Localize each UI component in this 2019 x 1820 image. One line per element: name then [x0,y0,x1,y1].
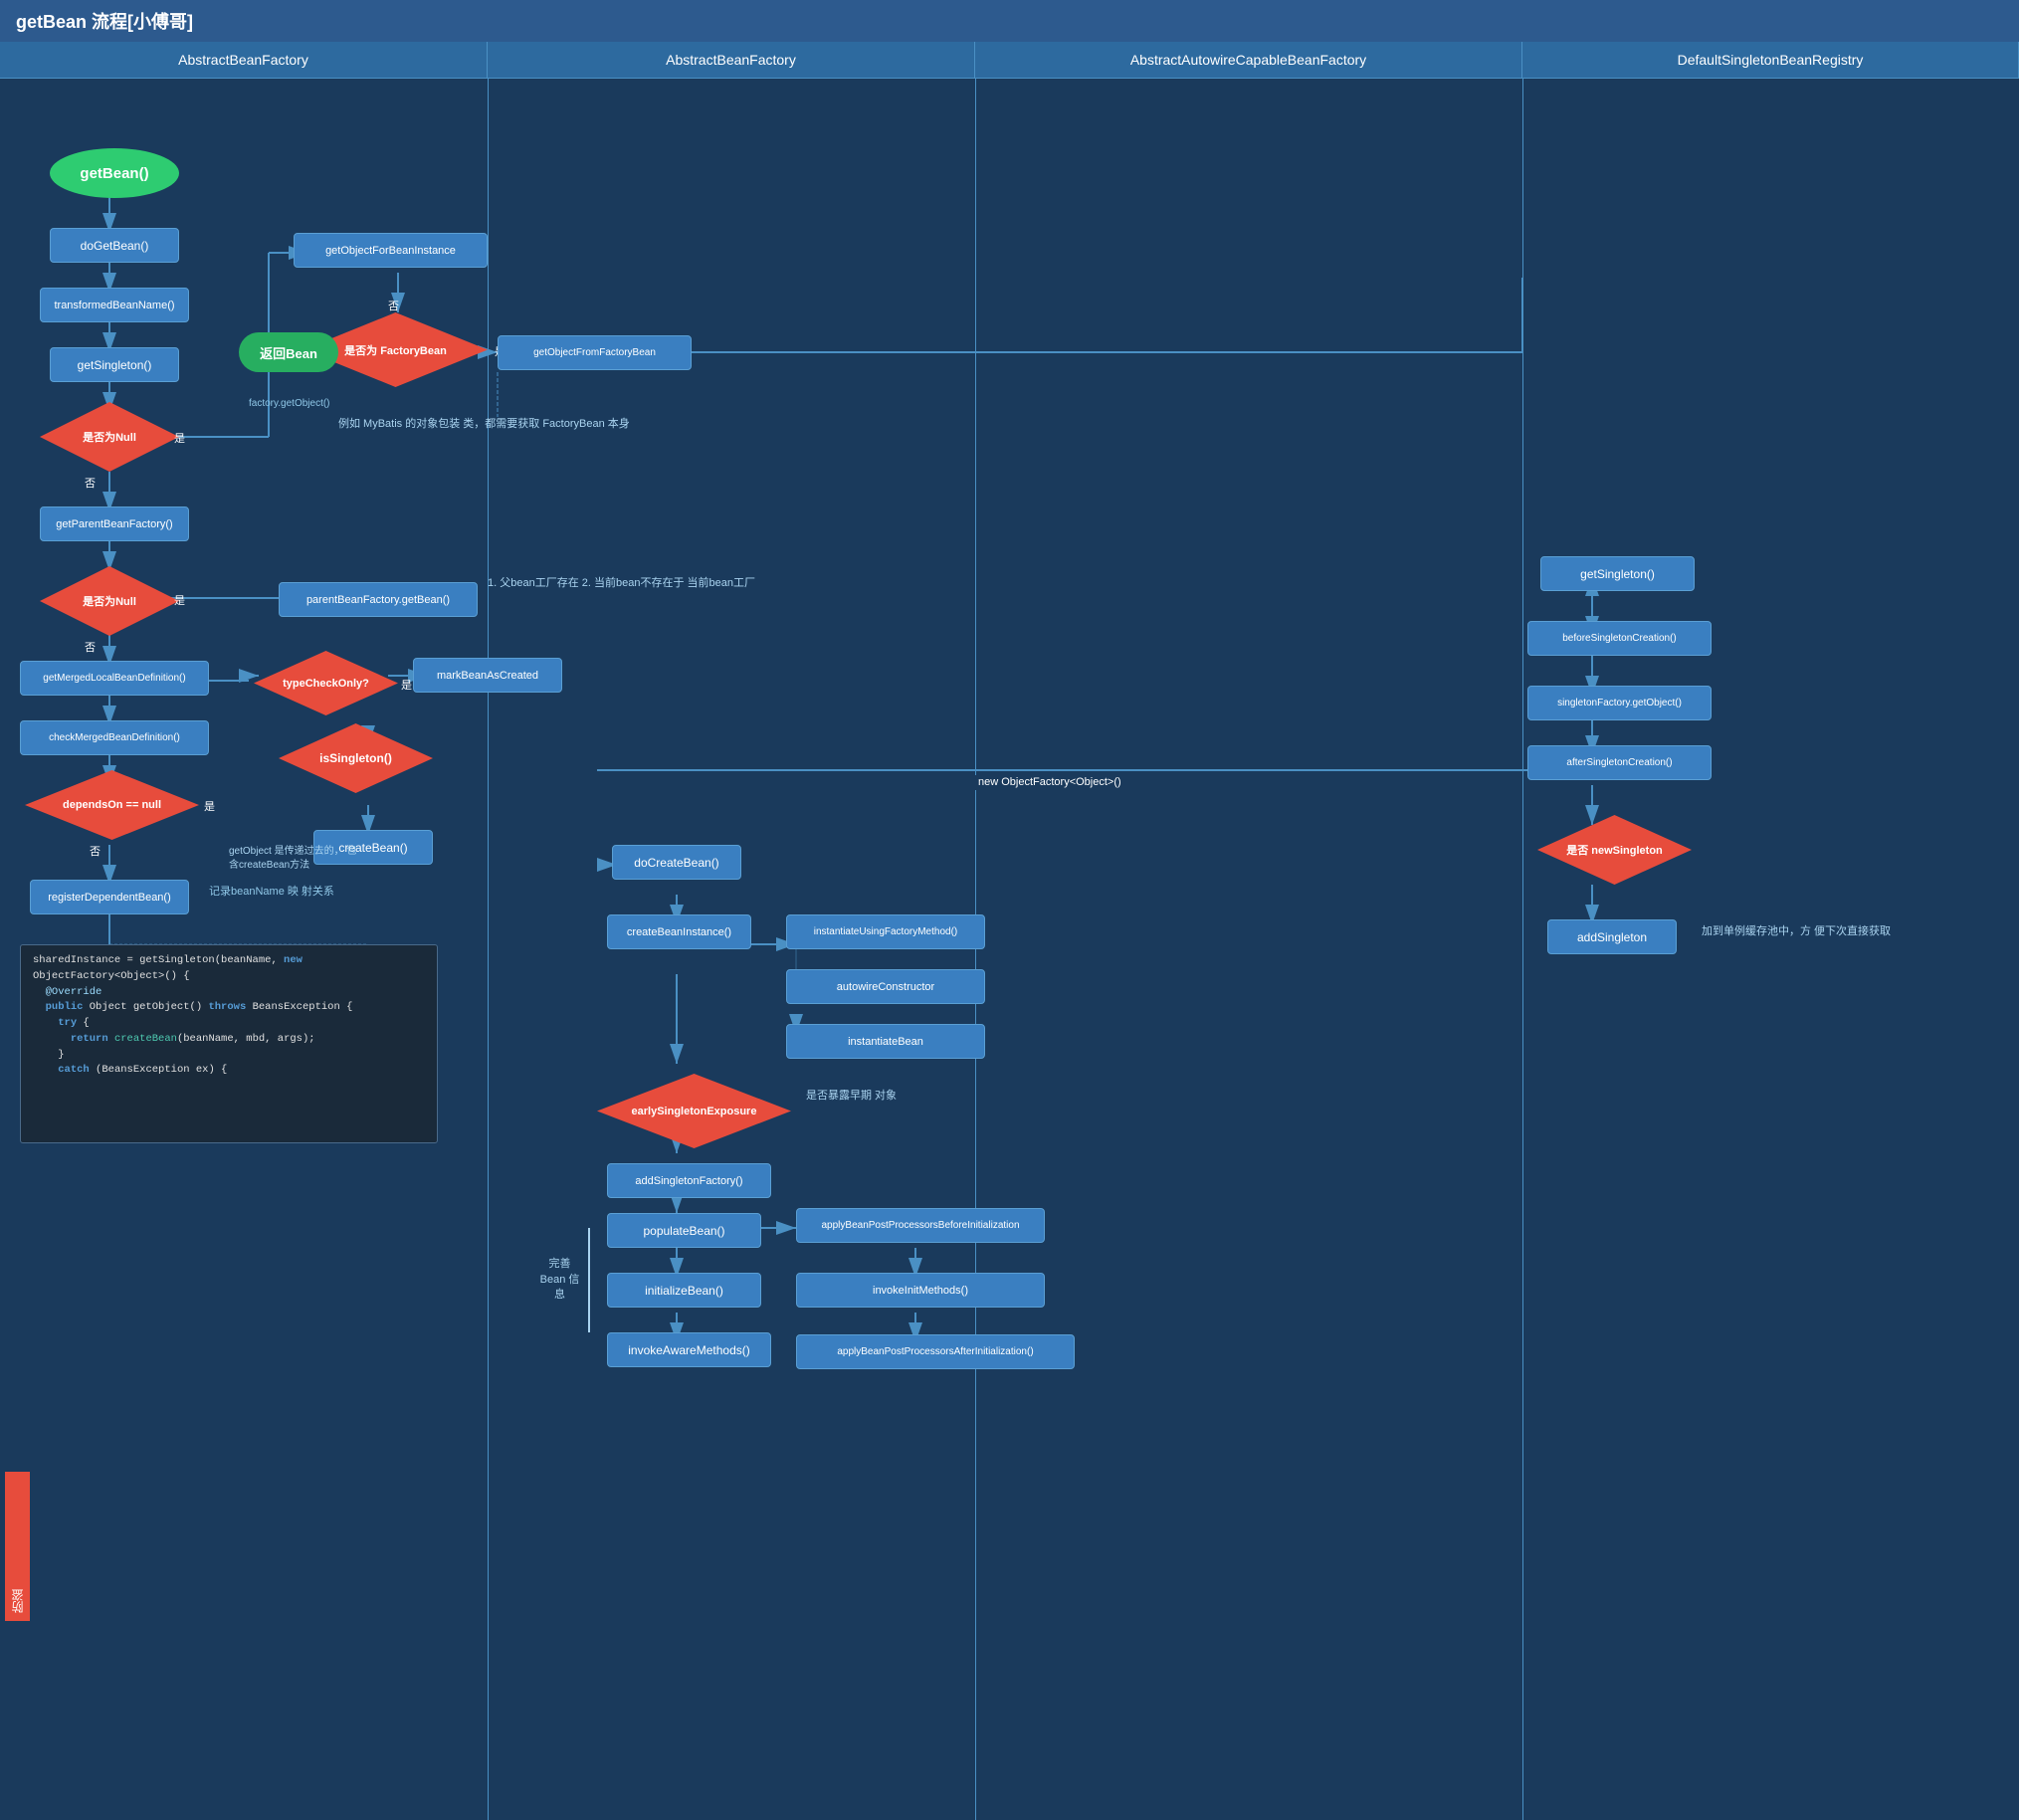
invokeAwareMethods-node: invokeAwareMethods() [607,1332,771,1367]
instantiateUsingFactoryMethod-node: instantiateUsingFactoryMethod() [786,914,985,949]
column-headers: AbstractBeanFactory AbstractBeanFactory … [0,42,2019,79]
initializeBean-node: initializeBean() [607,1273,761,1308]
addSingleton-note: 加到单例缓存池中，方 便下次直接获取 [1687,924,1906,939]
getParentBeanFactory-node: getParentBeanFactory() [40,506,189,541]
transformedBeanName-node: transformedBeanName() [40,288,189,322]
createBeanInstance-node: createBeanInstance() [607,914,751,949]
col-header-2: AbstractBeanFactory [488,42,975,78]
diagram-area: getBean() doGetBean() transformedBeanNam… [0,79,2019,1820]
getBean-node: getBean() [50,148,179,198]
isSingleton-diamond: isSingleton() [279,723,433,793]
isNewSingleton-diamond: 是否 newSingleton [1537,815,1692,885]
dependsOn-yes-label: 是 [204,800,215,815]
mybatis-note: 例如 MyBatis 的对象包装 类，都需要获取 FactoryBean 本身 [338,417,630,432]
code-block: sharedInstance = getSingleton(beanName, … [20,944,438,1143]
completeBean-label: 完善 Bean 信息 [535,1228,590,1332]
divider-2 [975,79,976,1820]
isNull2-no-label: 否 [85,641,96,656]
col-header-4: DefaultSingletonBeanRegistry [1522,42,2019,78]
factoryGetObject-note: factory.getObject() [249,397,330,411]
afterSingletonCreation-node: afterSingletonCreation() [1527,745,1712,780]
markBeanAsCreated-node: markBeanAsCreated [413,658,562,693]
autowireConstructor-node: autowireConstructor [786,969,985,1004]
getObject-note: getObject 是传递过去的， 包含createBean方法 [229,845,358,873]
dependsOn-diamond: dependsOn == null [25,770,199,840]
singletonFactoryGetObject-node: singletonFactory.getObject() [1527,686,1712,720]
title-text: getBean 流程[小傅哥] [16,12,193,32]
isSingleton-yes-label: new ObjectFactory<Object>() [975,775,1124,790]
factoryBean-no-top-label: 否 [388,300,399,314]
getMergedLocalBeanDefinition-node: getMergedLocalBeanDefinition() [20,661,209,696]
getObjectFromFactoryBean-node: getObjectFromFactoryBean [498,335,692,370]
col-header-3: AbstractAutowireCapableBeanFactory [975,42,1522,78]
record-note: 记录beanName 映 射关系 [209,885,334,900]
registerDependentBean-node: registerDependentBean() [30,880,189,914]
returnBean-node: 返回Bean [239,332,338,372]
checkMergedBeanDefinition-node: checkMergedBeanDefinition() [20,720,209,755]
applyAfter-node: applyBeanPostProcessorsAfterInitializati… [796,1334,1075,1369]
parentBean-note: 1. 父bean工厂存在 2. 当前bean不存在于 当前bean工厂 [488,576,755,591]
divider-3 [1522,79,1523,1820]
isNull1-diamond: 是否为Null [40,402,179,472]
dependsOn-no-label: 否 [90,845,101,860]
getSingleton-node: getSingleton() [50,347,179,382]
applyBefore-node: applyBeanPostProcessorsBeforeInitializat… [796,1208,1045,1243]
getSingleton2-node: getSingleton() [1540,556,1695,591]
isNull2-diamond: 是否为Null [40,566,179,636]
getObjectForBeanInstance-node: getObjectForBeanInstance [294,233,488,268]
populateBean-node: populateBean() [607,1213,761,1248]
addSingleton-node: addSingleton [1547,919,1677,954]
beforeSingletonCreation-node: beforeSingletonCreation() [1527,621,1712,656]
invokeInitMethods-node: invokeInitMethods() [796,1273,1045,1308]
typeCheckOnly-yes-label: 是 [401,679,412,694]
parentBeanFactoryGetBean-node: parentBeanFactory.getBean() [279,582,478,617]
side-label: 防盗 [5,1472,30,1621]
earlySingleton-note: 是否暴露早期 对象 [806,1089,897,1104]
title-bar: getBean 流程[小傅哥] [0,0,2019,42]
col-header-1: AbstractBeanFactory [0,42,488,78]
isNull1-yes-label: 是 [174,432,185,447]
isNull2-yes-label: 是 [174,594,185,609]
isNull1-no-label: 否 [85,477,96,492]
typeCheckOnly-diamond: typeCheckOnly? [254,651,398,715]
instantiateBean-node: instantiateBean [786,1024,985,1059]
earlySingletonExposure-diamond: earlySingletonExposure [597,1074,791,1148]
doGetBean-node: doGetBean() [50,228,179,263]
divider-1 [488,79,489,1820]
addSingletonFactory-node: addSingletonFactory() [607,1163,771,1198]
doCreateBean-node: doCreateBean() [612,845,741,880]
